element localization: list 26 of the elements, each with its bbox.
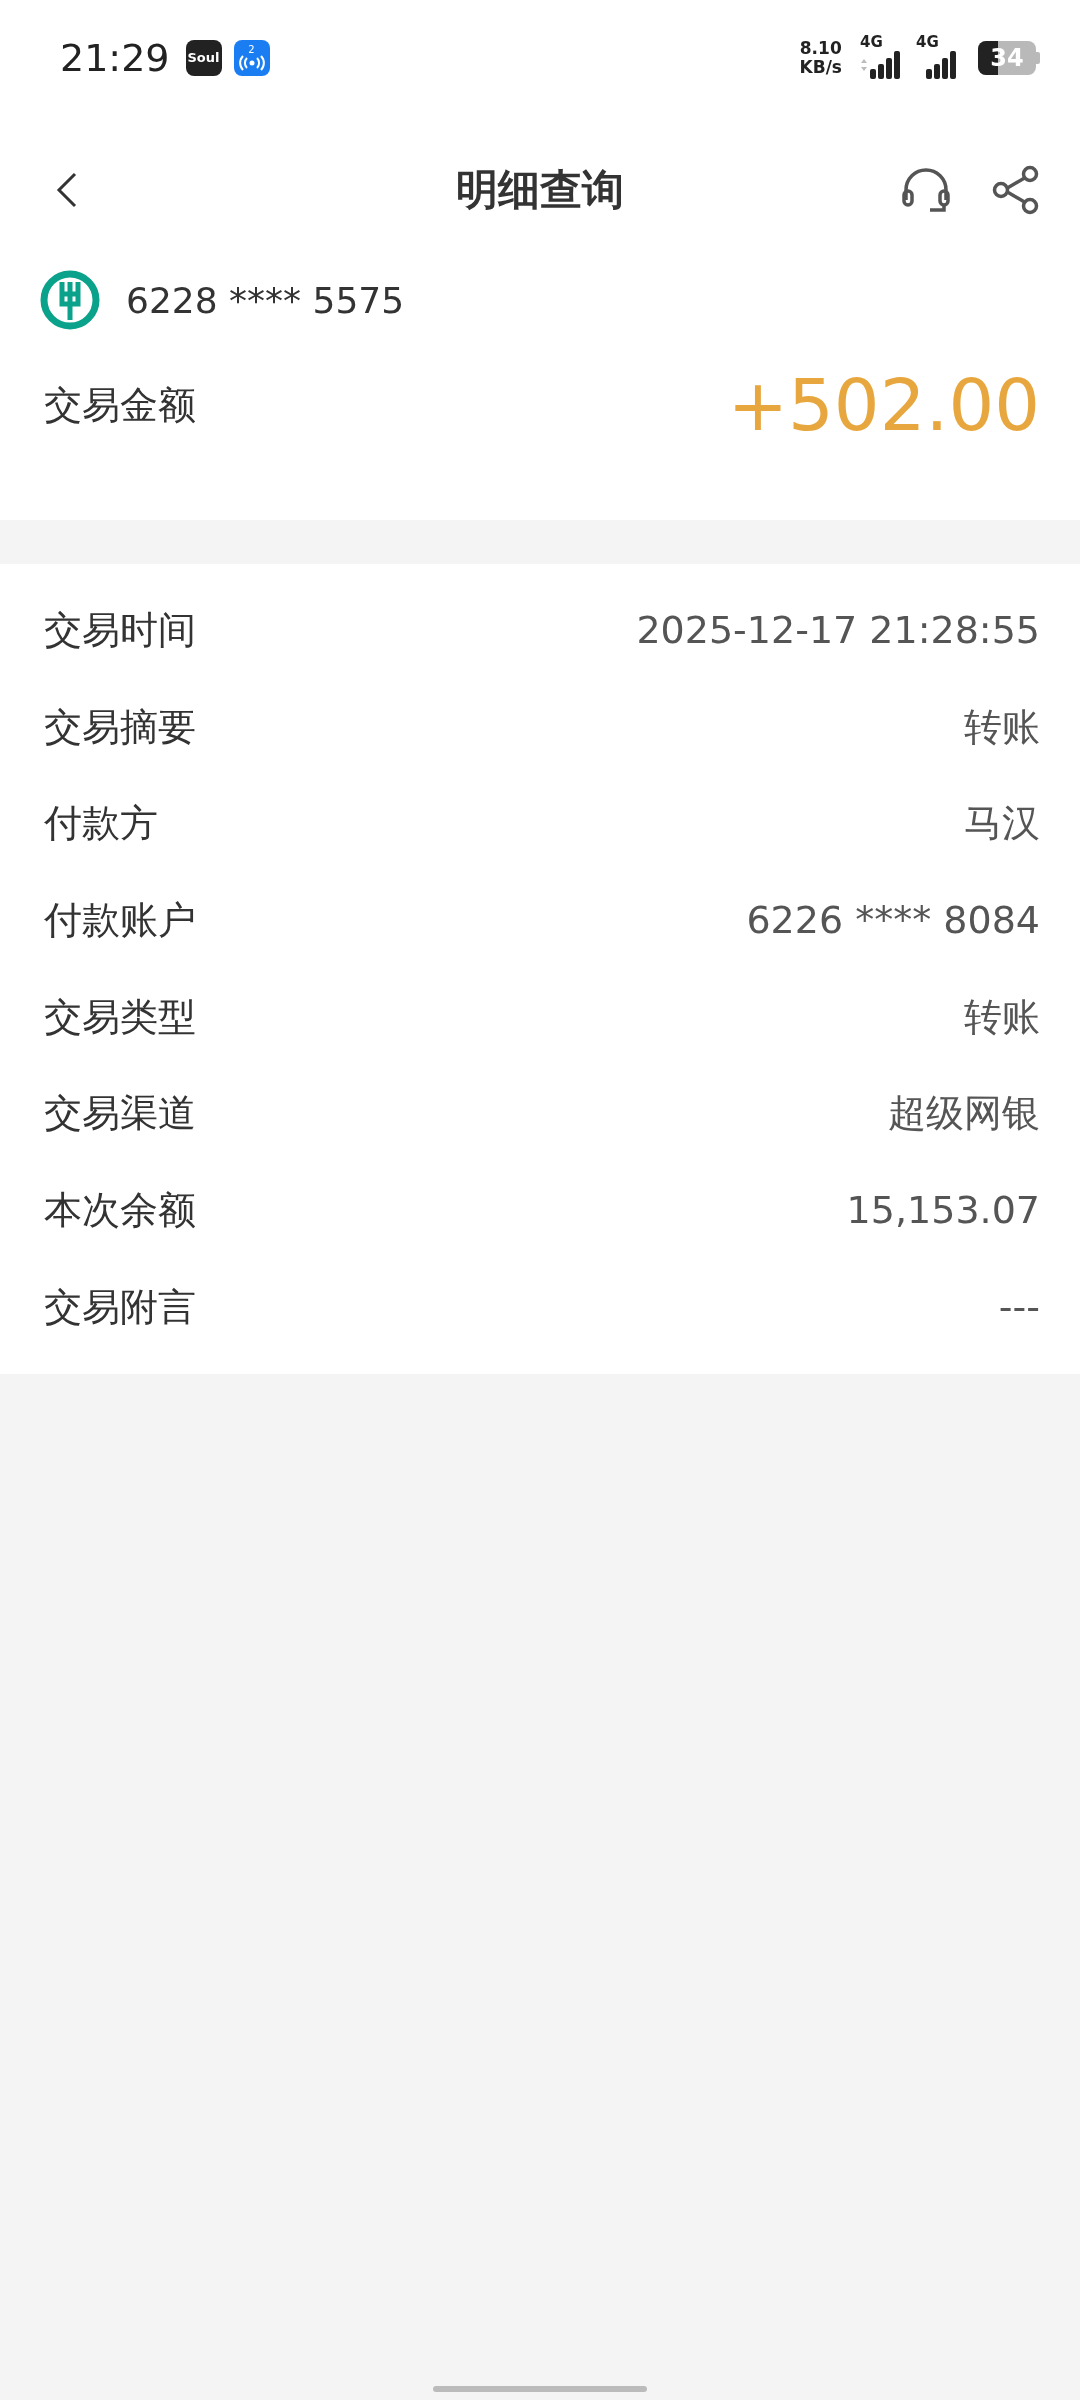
detail-label: 本次余额 [44,1186,196,1234]
network-speed: 8.10 KB/s [799,38,842,77]
detail-label: 交易附言 [44,1283,196,1331]
detail-value: --- [998,1285,1040,1330]
detail-value: 超级网银 [888,1090,1040,1138]
back-icon[interactable] [55,170,79,210]
detail-value: 转账 [964,993,1040,1041]
detail-label: 付款方 [44,800,158,848]
detail-value: 2025-12-17 21:28:55 [636,608,1040,653]
detail-label: 交易时间 [44,606,196,654]
bank-logo-icon [40,270,100,330]
detail-value: 马汉 [964,800,1040,848]
app-notification-icon: Soul [185,39,222,76]
amount-label: 交易金额 [44,381,196,429]
detail-value: 6226 **** 8084 [746,898,1040,943]
status-time: 21:29 [60,35,170,80]
amount-value: +502.00 [727,363,1040,447]
detail-label: 交易渠道 [44,1090,196,1138]
detail-label: 交易类型 [44,993,196,1041]
detail-value: 转账 [964,703,1040,751]
page-title: 明细查询 [456,164,624,216]
detail-label: 付款账户 [44,896,196,944]
account-number: 6228 **** 5575 [126,279,405,321]
detail-value: 15,153.07 [846,1188,1040,1233]
detail-label: 交易摘要 [44,703,196,751]
hotspot-notification-icon: 2 [233,39,270,76]
